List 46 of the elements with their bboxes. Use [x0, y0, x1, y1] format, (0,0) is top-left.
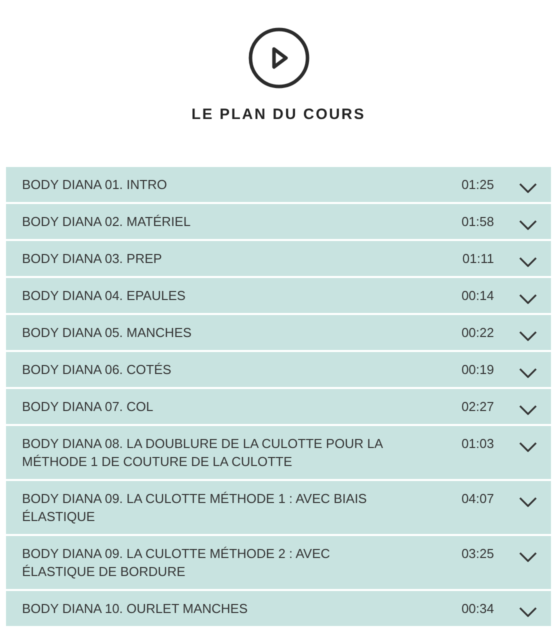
lesson-title: BODY DIANA 08. LA DOUBLURE DE LA CULOTTE POUR LA MÉTHODE 1 DE COUTURE DE LA CULOTTE — [22, 435, 384, 471]
lesson-duration: 01:11 — [462, 250, 494, 268]
lesson-duration: 00:19 — [461, 361, 494, 379]
lesson-title: BODY DIANA 01. INTRO — [22, 176, 168, 194]
lesson-row[interactable]: BODY DIANA 05. MANCHES 00:22 — [6, 315, 551, 350]
chevron-icon — [519, 257, 537, 267]
lesson-title: BODY DIANA 04. EPAULES — [22, 287, 187, 305]
lesson-duration: 01:58 — [461, 213, 494, 231]
lesson-duration: 02:27 — [461, 398, 494, 416]
chevron-icon — [519, 607, 537, 617]
lesson-row[interactable]: BODY DIANA 02. MATÉRIEL 01:58 — [6, 204, 551, 239]
chevron-icon — [519, 552, 537, 562]
lesson-duration: 00:34 — [461, 600, 494, 618]
chevron-icon — [519, 442, 537, 452]
lesson-duration: 01:03 — [461, 435, 494, 453]
chevron-icon — [519, 331, 537, 341]
lesson-row[interactable]: BODY DIANA 06. COTÉS 00:19 — [6, 352, 551, 387]
lesson-row[interactable]: BODY DIANA 08. LA DOUBLURE DE LA CULOTTE POUR LA MÉTHODE 1 DE COUTURE DE LA CULOTTE 01:03 — [6, 426, 551, 479]
lesson-title: BODY DIANA 05. MANCHES — [22, 324, 193, 342]
play-icon — [248, 27, 310, 89]
lesson-row[interactable]: BODY DIANA 07. COL 02:27 — [6, 389, 551, 424]
lesson-row[interactable]: BODY DIANA 04. EPAULES 00:14 — [6, 278, 551, 313]
chevron-icon — [519, 183, 537, 193]
lesson-title: BODY DIANA 07. COL — [22, 398, 154, 416]
lesson-title: BODY DIANA 09. LA CULOTTE MÉTHODE 1 : AVEC BIAIS ÉLASTIQUE — [22, 490, 368, 526]
lesson-title: BODY DIANA 02. MATÉRIEL — [22, 213, 192, 231]
lesson-title: BODY DIANA 09. LA CULOTTE MÉTHODE 2 : AVEC ÉLASTIQUE DE BORDURE — [22, 545, 332, 581]
lesson-row[interactable]: BODY DIANA 09. LA CULOTTE MÉTHODE 1 : AVEC BIAIS ÉLASTIQUE 04:07 — [6, 481, 551, 534]
lesson-row[interactable]: BODY DIANA 01. INTRO 01:25 — [6, 167, 551, 202]
lesson-duration: 03:25 — [461, 545, 494, 563]
lesson-duration: 04:07 — [461, 490, 494, 508]
lesson-title: BODY DIANA 03. PREP — [22, 250, 163, 268]
lesson-row[interactable]: BODY DIANA 03. PREP 01:11 — [6, 241, 551, 276]
lesson-title: BODY DIANA 10. OURLET MANCHES — [22, 600, 249, 618]
section-title: LE PLAN DU COURS — [192, 106, 366, 123]
chevron-icon — [519, 405, 537, 415]
lesson-title: BODY DIANA 06. COTÉS — [22, 361, 172, 379]
lesson-duration: 00:14 — [461, 287, 494, 305]
chevron-icon — [519, 294, 537, 304]
lesson-duration: 00:22 — [461, 324, 494, 342]
chevron-icon — [519, 368, 537, 378]
chevron-icon — [519, 220, 537, 230]
lesson-row[interactable]: BODY DIANA 10. OURLET MANCHES 00:34 — [6, 591, 551, 626]
lesson-row[interactable]: BODY DIANA 09. LA CULOTTE MÉTHODE 2 : AVEC ÉLASTIQUE DE BORDURE 03:25 — [6, 536, 551, 589]
chevron-icon — [519, 497, 537, 507]
lesson-duration: 01:25 — [461, 176, 494, 194]
